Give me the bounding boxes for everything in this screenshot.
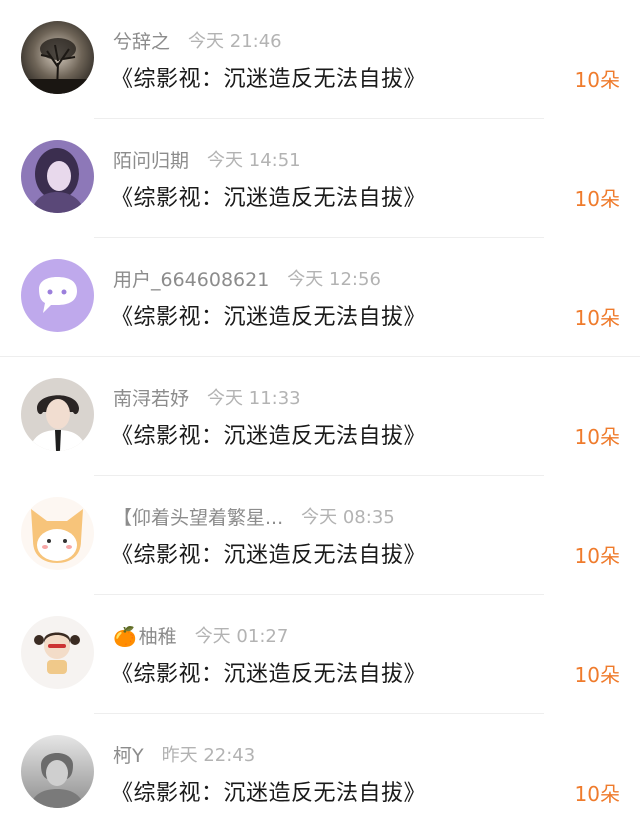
timestamp: 今天 11:33 (207, 388, 301, 409)
avatar[interactable] (21, 616, 94, 689)
list-item[interactable]: 柯Y 昨天 22:43 《综影视：沉迷造反无法自拔》 10朵 (0, 714, 640, 827)
timestamp: 今天 12:56 (287, 269, 381, 290)
item-title: 《综影视：沉迷造反无法自拔》 (111, 543, 427, 568)
tangerine-icon: 🍊 (113, 625, 137, 648)
username[interactable]: 【仰着头望着繁星... (113, 503, 283, 530)
list-item[interactable]: 兮辞之 今天 21:46 《综影视：沉迷造反无法自拔》 10朵 (0, 0, 640, 119)
item-title: 《综影视：沉迷造反无法自拔》 (111, 67, 427, 92)
item-title: 《综影视：沉迷造反无法自拔》 (111, 424, 427, 449)
timestamp: 昨天 22:43 (161, 745, 256, 766)
timestamp: 今天 21:46 (188, 31, 282, 52)
flower-count: 10朵 (574, 187, 620, 211)
flower-count: 10朵 (574, 68, 620, 92)
flower-count: 10朵 (574, 544, 620, 568)
flower-count: 10朵 (574, 425, 620, 449)
timestamp: 今天 08:35 (301, 507, 395, 528)
item-title: 《综影视：沉迷造反无法自拔》 (111, 781, 427, 806)
list-item[interactable]: 🍊 柚稚 今天 01:27 《综影视：沉迷造反无法自拔》 10朵 (0, 595, 640, 714)
item-title: 《综影视：沉迷造反无法自拔》 (111, 186, 427, 211)
avatar[interactable] (21, 21, 94, 94)
username[interactable]: 柯Y (113, 741, 144, 768)
avatar[interactable] (21, 378, 94, 451)
timestamp: 今天 01:27 (194, 626, 289, 647)
username[interactable]: 陌问归期 (113, 146, 189, 173)
item-title: 《综影视：沉迷造反无法自拔》 (111, 305, 427, 330)
gift-record-list: 兮辞之 今天 21:46 《综影视：沉迷造反无法自拔》 10朵 陌问归期 今天 … (0, 0, 640, 827)
list-item[interactable]: 用户_664608621 今天 12:56 《综影视：沉迷造反无法自拔》 10朵 (0, 238, 640, 357)
avatar[interactable] (21, 497, 94, 570)
avatar[interactable] (21, 735, 94, 808)
list-item[interactable]: 【仰着头望着繁星... 今天 08:35 《综影视：沉迷造反无法自拔》 10朵 (0, 476, 640, 595)
timestamp: 今天 14:51 (207, 150, 301, 171)
username[interactable]: 🍊 柚稚 (113, 622, 177, 649)
avatar[interactable] (21, 140, 94, 213)
list-item[interactable]: 南浔若妤 今天 11:33 《综影视：沉迷造反无法自拔》 10朵 (0, 357, 640, 476)
username-text: 柚稚 (138, 625, 177, 648)
flower-count: 10朵 (574, 663, 620, 687)
list-item[interactable]: 陌问归期 今天 14:51 《综影视：沉迷造反无法自拔》 10朵 (0, 119, 640, 238)
avatar[interactable] (21, 259, 94, 332)
flower-count: 10朵 (574, 306, 620, 330)
username[interactable]: 兮辞之 (113, 27, 170, 54)
username[interactable]: 用户_664608621 (113, 265, 269, 292)
item-title: 《综影视：沉迷造反无法自拔》 (111, 662, 427, 687)
flower-count: 10朵 (574, 782, 620, 806)
username[interactable]: 南浔若妤 (113, 384, 189, 411)
